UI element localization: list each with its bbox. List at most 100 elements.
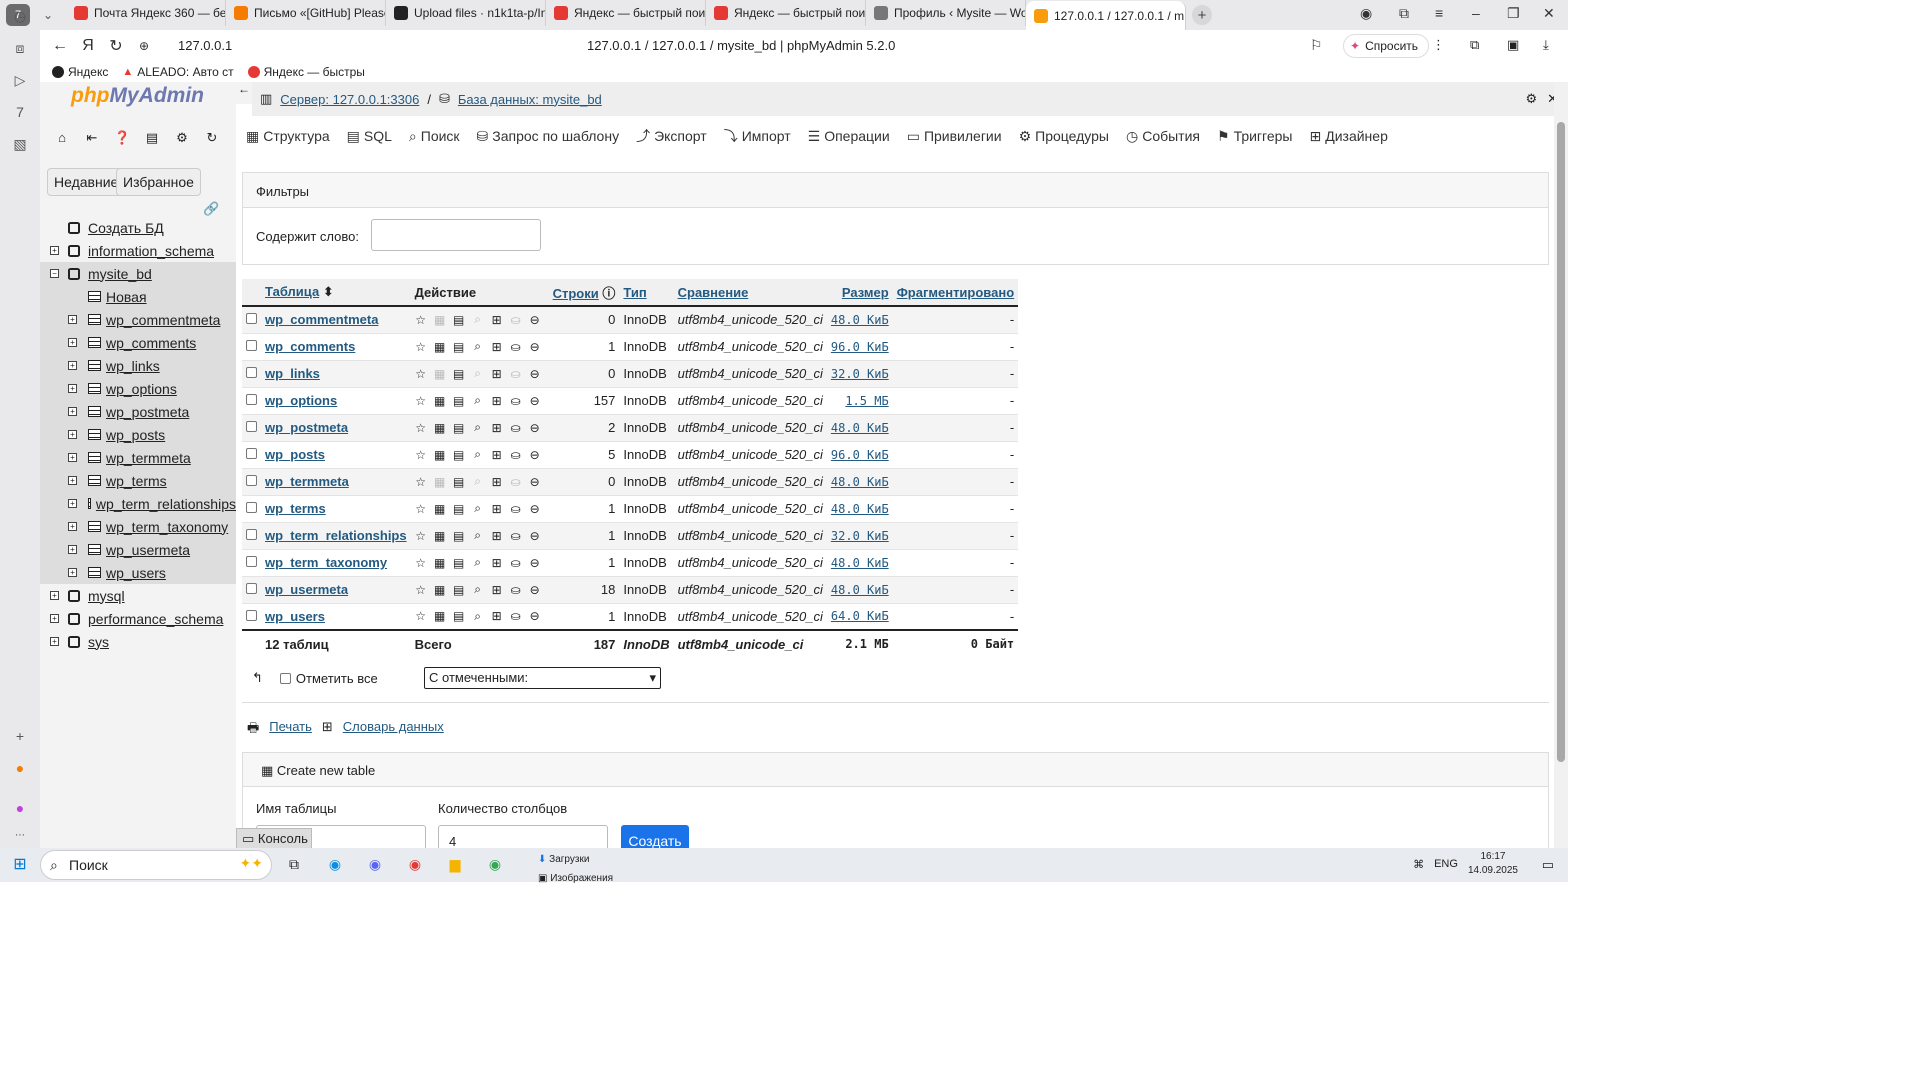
- size-link[interactable]: 48.0 КиБ: [831, 583, 889, 597]
- new-tab-button[interactable]: +: [1192, 5, 1212, 25]
- drop-table-icon[interactable]: ⊖: [529, 502, 541, 516]
- row-checkbox[interactable]: [246, 475, 257, 486]
- tab-list-chevron-icon[interactable]: ⌄: [36, 4, 60, 26]
- favorite-star-icon[interactable]: ☆: [415, 313, 427, 327]
- insert-icon[interactable]: ⊞: [491, 475, 503, 489]
- page-settings-icon[interactable]: ⚙: [1525, 91, 1537, 107]
- header-rows[interactable]: Строки ⓘ: [548, 279, 620, 307]
- drop-table-icon[interactable]: ⊖: [529, 340, 541, 354]
- expand-icon[interactable]: +: [68, 453, 77, 462]
- browse-icon[interactable]: ▦: [434, 556, 446, 570]
- search-table-icon[interactable]: ⌕: [472, 582, 484, 597]
- table-name-link[interactable]: wp_posts: [265, 447, 325, 462]
- row-checkbox[interactable]: [246, 367, 257, 378]
- browser-tab[interactable]: Яндекс — быстрый поиск: [546, 0, 706, 26]
- history-icon[interactable]: ◷: [10, 8, 30, 28]
- rows-help-icon[interactable]: ⓘ: [602, 286, 615, 301]
- gallery-icon[interactable]: ▧: [10, 136, 30, 156]
- structure-icon[interactable]: ▤: [453, 421, 465, 435]
- row-checkbox[interactable]: [246, 394, 257, 405]
- tree-table-wp-users[interactable]: + wp_users: [40, 561, 236, 584]
- menu-tab-2[interactable]: ▤ SQL: [347, 126, 392, 146]
- table-name-link[interactable]: wp_links: [265, 366, 320, 381]
- ask-button[interactable]: ✦ Спросить: [1343, 34, 1430, 58]
- tree-table-wp-options[interactable]: + wp_options: [40, 377, 236, 400]
- header-type[interactable]: Тип: [619, 279, 674, 307]
- sort-table-link[interactable]: Таблица: [265, 284, 319, 299]
- yandex-home-icon[interactable]: Я: [74, 37, 102, 55]
- tree-link[interactable]: wp_options: [106, 381, 177, 397]
- chrome-icon[interactable]: ◉: [485, 856, 505, 874]
- browser-tab[interactable]: Письмо «[GitHub] Please: [226, 0, 386, 26]
- expand-icon[interactable]: +: [68, 407, 77, 416]
- expand-icon[interactable]: +: [68, 499, 77, 508]
- empty-table-icon[interactable]: ⛀: [510, 475, 522, 489]
- more-icon[interactable]: ⋮: [1432, 37, 1445, 53]
- browse-icon[interactable]: ▦: [434, 529, 446, 543]
- tree-link[interactable]: mysql: [88, 588, 125, 604]
- row-checkbox[interactable]: [246, 313, 257, 325]
- search-table-icon[interactable]: ⌕: [472, 312, 484, 327]
- phpmyadmin-logo[interactable]: phpMyAdmin: [71, 84, 204, 108]
- search-table-icon[interactable]: ⌕: [472, 393, 484, 408]
- table-name-link[interactable]: wp_term_taxonomy: [265, 555, 387, 570]
- structure-icon[interactable]: ▤: [453, 367, 465, 381]
- favorite-star-icon[interactable]: ☆: [415, 448, 427, 462]
- scroll-thumb[interactable]: [1557, 122, 1565, 762]
- menu-tab-4[interactable]: ⛁ Запрос по шаблону: [477, 126, 620, 146]
- empty-table-icon[interactable]: ⛀: [510, 448, 522, 462]
- tree-link[interactable]: sys: [88, 634, 109, 650]
- edge-icon[interactable]: ◉: [325, 856, 345, 874]
- favorite-star-icon[interactable]: ☆: [415, 529, 427, 543]
- empty-table-icon[interactable]: ⛀: [510, 583, 522, 597]
- size-link[interactable]: 48.0 КиБ: [831, 502, 889, 516]
- expand-icon[interactable]: +: [68, 522, 77, 531]
- tree-link[interactable]: Новая: [106, 289, 147, 305]
- structure-icon[interactable]: ▤: [453, 475, 465, 489]
- row-checkbox[interactable]: [246, 583, 257, 594]
- empty-table-icon[interactable]: ⛀: [510, 556, 522, 570]
- size-link[interactable]: 32.0 КиБ: [831, 367, 889, 381]
- expand-icon[interactable]: −: [50, 269, 59, 278]
- expand-icon[interactable]: +: [68, 568, 77, 577]
- tree-link[interactable]: information_schema: [88, 243, 214, 259]
- favorite-star-icon[interactable]: ☆: [415, 394, 427, 408]
- empty-table-icon[interactable]: ⛀: [510, 340, 522, 354]
- breadcrumb-server[interactable]: Сервер: 127.0.0.1:3306: [280, 92, 419, 107]
- structure-icon[interactable]: ▤: [453, 313, 465, 327]
- row-checkbox[interactable]: [246, 529, 257, 540]
- size-link[interactable]: 48.0 КиБ: [831, 313, 889, 327]
- drop-table-icon[interactable]: ⊖: [529, 556, 541, 570]
- empty-table-icon[interactable]: ⛀: [510, 502, 522, 516]
- empty-table-icon[interactable]: ⛀: [510, 367, 522, 381]
- expand-icon[interactable]: +: [50, 591, 59, 600]
- browser-tab[interactable]: Яндекс — быстрый поиск: [706, 0, 866, 26]
- search-table-icon[interactable]: ⌕: [472, 609, 484, 624]
- data-dictionary-link[interactable]: Словарь данных: [343, 719, 444, 741]
- tree-table-wp-commentmeta[interactable]: + wp_commentmeta: [40, 308, 236, 331]
- search-table-icon[interactable]: ⌕: [472, 366, 484, 381]
- favorite-star-icon[interactable]: ☆: [415, 340, 427, 354]
- table-name-link[interactable]: wp_users: [265, 609, 325, 624]
- sort-type-link[interactable]: Тип: [623, 285, 646, 300]
- size-link[interactable]: 32.0 КиБ: [831, 529, 889, 543]
- row-checkbox[interactable]: [246, 340, 257, 351]
- insert-icon[interactable]: ⊞: [491, 502, 503, 516]
- tree-link[interactable]: wp_comments: [106, 335, 196, 351]
- tree-link[interactable]: wp_postmeta: [106, 404, 189, 420]
- browser-tab[interactable]: Почта Яндекс 360 — бесп: [66, 0, 226, 26]
- tree-db-information-schema[interactable]: + information_schema: [40, 239, 236, 262]
- expand-icon[interactable]: +: [50, 614, 59, 623]
- search-table-icon[interactable]: ⌕: [472, 339, 484, 354]
- structure-icon[interactable]: ▤: [453, 529, 465, 543]
- columns-count-input[interactable]: 4: [438, 825, 608, 848]
- structure-icon[interactable]: ▤: [453, 394, 465, 408]
- tree-link[interactable]: wp_term_taxonomy: [106, 519, 228, 535]
- menu-tab-5[interactable]: ⤴ Экспорт: [636, 126, 707, 146]
- tree-link[interactable]: performance_schema: [88, 611, 223, 627]
- minimize-icon[interactable]: –: [1472, 5, 1480, 21]
- expand-icon[interactable]: +: [68, 384, 77, 393]
- insert-icon[interactable]: ⊞: [491, 448, 503, 462]
- sidebar-collections-icon[interactable]: ⧈: [10, 40, 30, 60]
- drop-table-icon[interactable]: ⊖: [529, 313, 541, 327]
